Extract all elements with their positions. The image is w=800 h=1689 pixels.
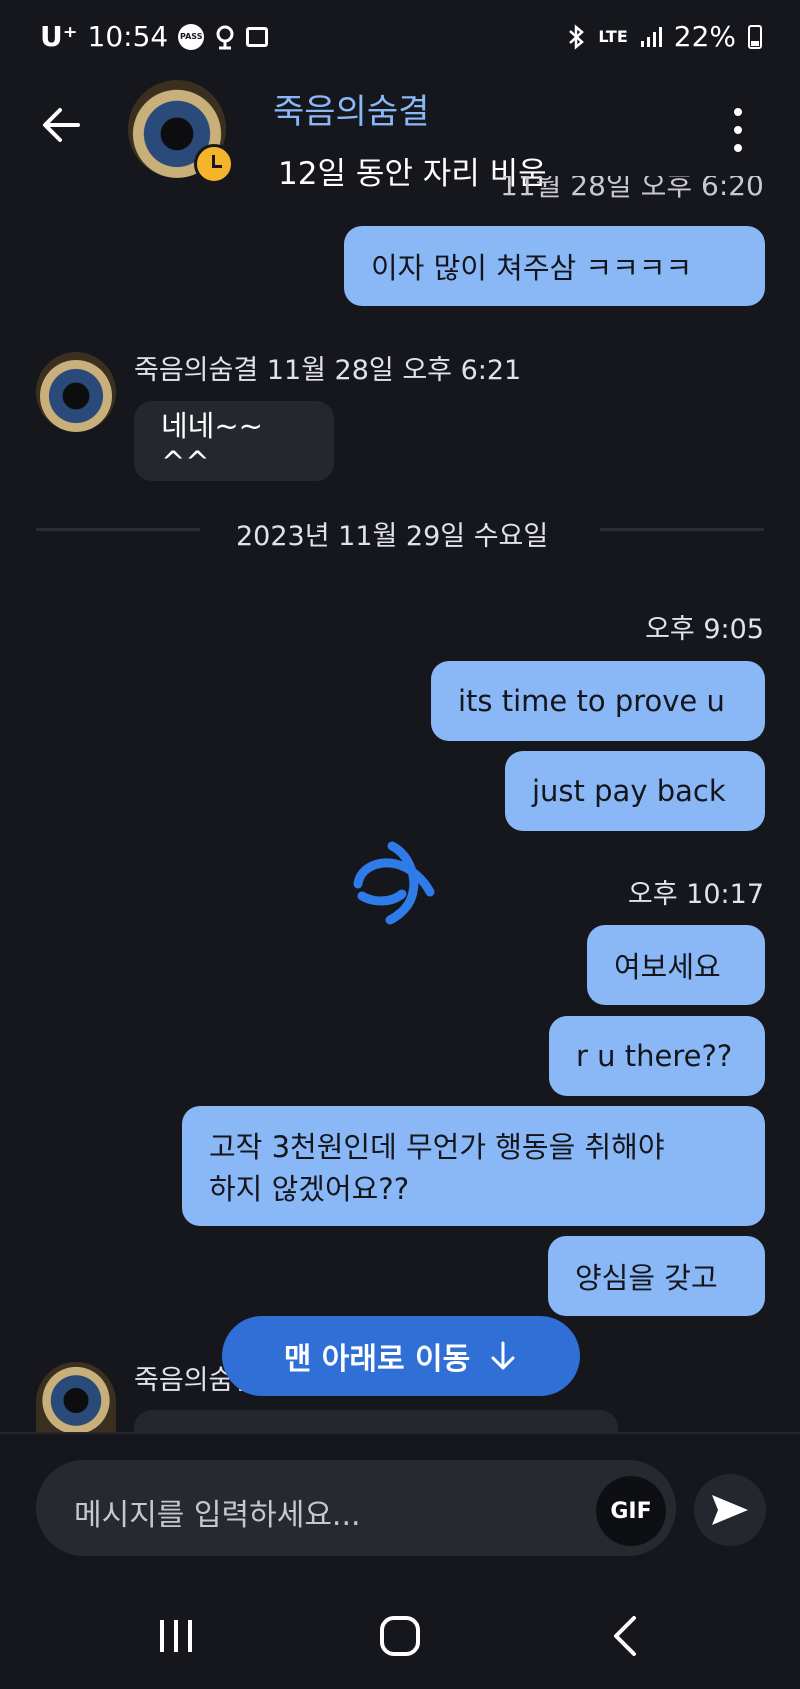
arrow-down-icon [491,1341,515,1370]
message-text: 여보세요 [614,950,721,984]
message-text: just pay back [532,774,726,808]
battery-icon [748,24,762,49]
message-input[interactable]: 메시지를 입력하세요... [36,1460,676,1556]
contact-name[interactable]: 죽음의숨결 [273,84,429,133]
gif-button[interactable]: GIF [596,1476,666,1546]
incoming-message[interactable]: 네네~~ ^^ [134,401,334,481]
message-text: 이자 많이 쳐주삼 ㅋㅋㅋㅋ [371,251,693,285]
send-button[interactable] [694,1474,766,1546]
message-text: 양심을 갖고 [575,1261,718,1295]
home-icon[interactable] [378,1614,422,1658]
away-clock-icon [194,144,234,184]
sender-avatar[interactable] [36,352,116,432]
back-nav-icon[interactable] [606,1614,646,1658]
message-text-line: 하지 않겠어요?? [209,1172,410,1206]
network-type: LTE [598,27,628,46]
recents-icon[interactable] [156,1616,196,1656]
status-left: U⁺ 10:54 PASS [40,20,269,53]
sender-avatar[interactable] [36,1362,116,1432]
pass-icon: PASS [178,23,205,50]
message-text-line: 고작 3천원인데 무언가 행동을 취해야 [209,1130,665,1164]
outgoing-message[interactable]: 이자 많이 쳐주삼 ㅋㅋㅋㅋ [344,226,765,306]
outgoing-message[interactable]: its time to prove u [431,661,765,741]
back-button[interactable] [38,100,88,150]
date-divider: 2023년 11월 29일 수요일 [236,521,549,552]
loading-spinner-icon [350,840,440,930]
outgoing-message[interactable]: 양심을 갖고 [548,1236,765,1316]
status-bar: U⁺ 10:54 PASS LTE 22% [0,0,800,80]
message-time: 오후 10:17 [627,879,764,910]
carrier-label: U⁺ [40,20,78,53]
bluetooth-icon [566,23,586,50]
message-input-placeholder: 메시지를 입력하세요... [74,1498,361,1533]
system-nav-bar [0,1590,800,1689]
clipped-timestamp: 11월 28일 오후 6:20 [500,176,764,202]
send-icon [712,1495,748,1525]
composer-divider [0,1432,800,1434]
gallery-icon [246,26,269,47]
status-right: LTE 22% [566,20,762,53]
divider-line [36,528,200,531]
jump-to-bottom-button[interactable]: 맨 아래로 이동 [222,1316,580,1396]
arrow-left-icon [43,108,80,142]
message-text: its time to prove u [458,684,725,718]
message-text: 네네~~ ^^ [161,409,263,479]
divider-line [600,528,764,531]
sender-meta: 죽음의숨결 11월 28일 오후 6:21 [134,355,522,386]
jump-to-bottom-label: 맨 아래로 이동 [283,1342,471,1377]
clock: 10:54 [87,20,169,53]
outgoing-message[interactable]: r u there?? [549,1016,765,1096]
outgoing-message[interactable]: 여보세요 [587,925,765,1005]
location-pin-icon [214,24,236,50]
outgoing-message[interactable]: just pay back [505,751,765,831]
message-text: r u there?? [576,1039,733,1073]
battery-percent: 22% [673,20,736,53]
signal-icon [640,26,662,48]
outgoing-message[interactable]: 고작 3천원인데 무언가 행동을 취해야 하지 않겠어요?? [182,1106,765,1226]
more-options-icon[interactable] [726,108,750,152]
incoming-message-partial [134,1410,618,1432]
message-time: 오후 9:05 [645,614,764,645]
